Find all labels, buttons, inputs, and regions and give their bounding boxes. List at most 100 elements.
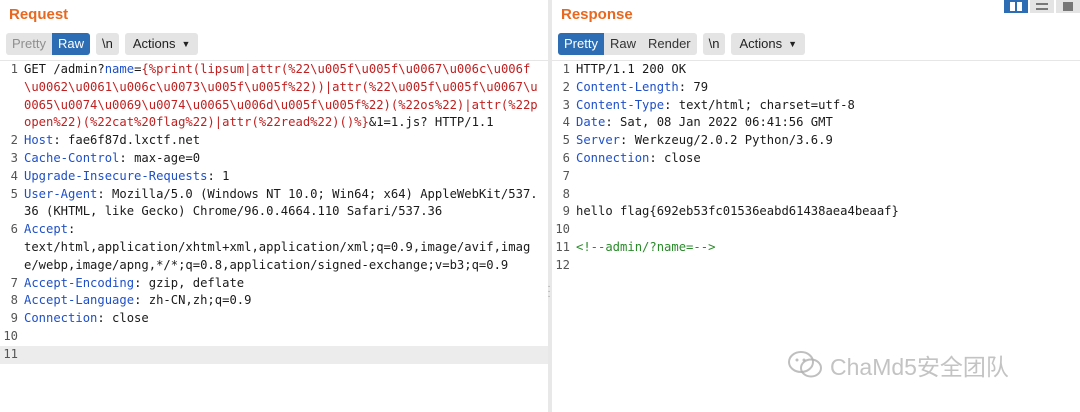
response-line[interactable]: 9 hello flag{692eb53fc01536eabd61438aea4b… — [552, 203, 1080, 221]
header-name: Accept — [24, 222, 69, 237]
header-name: Accept-Language — [24, 293, 135, 308]
response-render-tab[interactable]: Render — [642, 33, 697, 55]
wechat-icon — [788, 351, 822, 378]
line-text: : Werkzeug/2.0.2 Python/3.6.9 — [620, 133, 833, 148]
line-content: HTTP/1.1 200 OK — [576, 61, 1076, 79]
response-line[interactable]: 10 ​ — [552, 221, 1080, 239]
line-text: HTTP/1.1 200 OK — [576, 62, 687, 76]
header-name: User-Agent — [24, 186, 98, 201]
request-line[interactable]: 1 GET /admin?name={%print(lipsum|attr(%22… — [0, 61, 548, 132]
line-content: ​ — [576, 186, 1076, 204]
response-line[interactable]: 1 HTTP/1.1 200 OK — [552, 61, 1080, 79]
request-line[interactable]: 10 ​ — [0, 328, 548, 346]
chevron-down-icon: ▼ — [788, 39, 798, 49]
header-name: Upgrade-Insecure-Requests — [24, 168, 208, 183]
line-content: ​ — [24, 328, 544, 346]
request-line[interactable]: 8 Accept-Language: zh-CN,zh;q=0.9 — [0, 292, 548, 310]
request-line[interactable]: 7 Accept-Encoding: gzip, deflate — [0, 275, 548, 293]
line-text: : text/html,application/xhtml+xml,applic… — [24, 222, 531, 272]
request-raw-tab[interactable]: Raw — [51, 33, 90, 55]
response-toolbar: Pretty Raw Render \n Actions ▼ — [558, 33, 806, 55]
request-actions-button[interactable]: Actions ▼ — [124, 33, 199, 55]
request-title: Request — [9, 6, 69, 23]
request-line[interactable]: 2 Host: fae6f87d.lxctf.net — [0, 132, 548, 150]
request-line[interactable]: 3 Cache-Control: max-age=0 — [0, 150, 548, 168]
line-number: 6 — [10, 222, 18, 237]
response-line[interactable]: 2 Content-Length: 79 — [552, 79, 1080, 97]
line-text: GET /admin? — [24, 62, 105, 76]
header-name: Content-Length — [576, 79, 679, 94]
line-content: User-Agent: Mozilla/5.0 (Windows NT 10.0… — [24, 186, 544, 222]
request-line[interactable]: 4 Upgrade-Insecure-Requests: 1 — [0, 168, 548, 186]
request-line[interactable]: 9 Connection: close — [0, 310, 548, 328]
response-raw-tab[interactable]: Raw — [604, 33, 642, 55]
line-content: Cache-Control: max-age=0 — [24, 150, 544, 168]
line-number: 10 — [555, 222, 570, 237]
line-number: 1 — [10, 62, 18, 76]
request-toolbar: Pretty Raw \n Actions ▼ — [6, 33, 199, 55]
header-name: Host — [24, 133, 54, 148]
line-number: 5 — [10, 186, 18, 201]
line-text: : 79 — [678, 79, 709, 94]
line-text: : zh-CN,zh;q=0.9 — [134, 293, 252, 308]
split-view-icon[interactable] — [1004, 0, 1028, 13]
header-name: Date — [576, 115, 606, 130]
header-name: Accept-Encoding — [24, 275, 135, 290]
line-text: <!--admin/?name=--> — [576, 239, 716, 254]
request-newline-toggle[interactable]: \n — [95, 33, 119, 55]
single-view-icon[interactable] — [1056, 0, 1080, 13]
request-actions-label: Actions — [132, 36, 176, 51]
line-text: : close — [649, 150, 701, 165]
response-line[interactable]: 6 Connection: close — [552, 150, 1080, 168]
response-line[interactable]: 3 Content-Type: text/html; charset=utf-8 — [552, 97, 1080, 115]
header-name: Content-Type — [576, 97, 665, 112]
request-view-mode: Pretty Raw — [6, 33, 90, 55]
request-line[interactable]: 11 ​ — [0, 345, 548, 364]
line-content: ​ — [576, 221, 1076, 239]
line-number: 8 — [562, 186, 570, 201]
layout-toggle — [1002, 0, 1080, 13]
response-actions-button[interactable]: Actions ▼ — [731, 33, 806, 55]
line-text: hello flag{692eb53fc01536eabd61438aea4be… — [576, 204, 899, 219]
stacked-view-icon[interactable] — [1030, 0, 1054, 13]
chevron-down-icon: ▼ — [181, 39, 191, 49]
line-number: 9 — [10, 311, 18, 326]
response-pretty-tab[interactable]: Pretty — [558, 33, 604, 55]
line-number: 11 — [3, 346, 18, 361]
line-number: 12 — [555, 257, 570, 272]
line-text: : text/html; charset=utf-8 — [664, 97, 855, 112]
line-content: Accept-Language: zh-CN,zh;q=0.9 — [24, 292, 544, 310]
request-line[interactable]: 6 Accept: text/html,application/xhtml+xml… — [0, 221, 548, 274]
request-line[interactable]: 5 User-Agent: Mozilla/5.0 (Windows NT 10.… — [0, 186, 548, 222]
line-content: Connection: close — [24, 310, 544, 328]
response-line[interactable]: 4 Date: Sat, 08 Jan 2022 06:41:56 GMT — [552, 114, 1080, 132]
response-view-mode: Pretty Raw Render — [558, 33, 697, 55]
line-content: Content-Length: 79 — [576, 79, 1076, 97]
line-content: Host: fae6f87d.lxctf.net — [24, 132, 544, 150]
header-name: Server — [576, 133, 621, 148]
line-number: 10 — [3, 328, 18, 343]
header-name: Connection — [576, 150, 650, 165]
response-newline-toggle[interactable]: \n — [702, 33, 726, 55]
line-number: 3 — [10, 150, 18, 165]
response-line[interactable]: 11 <!--admin/?name=--> — [552, 239, 1080, 257]
line-number: 4 — [562, 115, 570, 130]
response-line[interactable]: 5 Server: Werkzeug/2.0.2 Python/3.6.9 — [552, 132, 1080, 150]
line-content: Date: Sat, 08 Jan 2022 06:41:56 GMT — [576, 114, 1076, 132]
line-text: : gzip, deflate — [134, 275, 245, 290]
line-number: 5 — [562, 133, 570, 148]
line-number: 7 — [10, 275, 18, 290]
line-text: : Mozilla/5.0 (Windows NT 10.0; Win64; x… — [24, 186, 538, 219]
request-editor[interactable]: 1 GET /admin?name={%print(lipsum|attr(%22… — [0, 60, 548, 412]
line-number: 4 — [10, 168, 18, 183]
request-pane: Request Pretty Raw \n Actions ▼ 1 GET /adm… — [0, 0, 548, 412]
line-number: 2 — [562, 79, 570, 94]
line-text: : 1 — [207, 168, 230, 183]
response-actions-label: Actions — [739, 36, 783, 51]
response-line[interactable]: 7​ — [552, 168, 1080, 186]
request-pretty-tab[interactable]: Pretty — [6, 33, 52, 55]
line-content: Accept: text/html,application/xhtml+xml,… — [24, 221, 544, 274]
response-line[interactable]: 8​ — [552, 186, 1080, 204]
line-text: : Sat, 08 Jan 2022 06:41:56 GMT — [605, 115, 833, 130]
response-line[interactable]: 12 ​ — [552, 257, 1080, 275]
